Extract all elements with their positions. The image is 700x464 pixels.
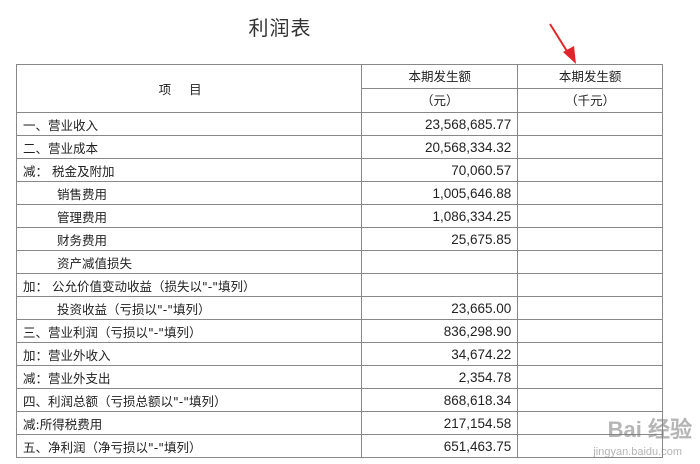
row-amount-thousand[interactable] [517, 227, 663, 251]
row-label: 加： 公允价值变动收益（损失以"-"填列） [15, 273, 363, 297]
row-label: 减:所得税费用 [15, 411, 363, 435]
row-label: 资产减值损失 [15, 250, 363, 274]
row-amount-thousand[interactable] [517, 296, 663, 320]
row-amount-yuan: 868,618.34 [361, 388, 519, 412]
row-label: 财务费用 [15, 227, 363, 251]
table-row: 投资收益（亏损以"-"填列） 23,665.00 [15, 296, 663, 320]
row-amount-yuan: 34,674.22 [361, 342, 519, 366]
row-amount-yuan: 23,665.00 [361, 296, 519, 320]
row-label: 投资收益（亏损以"-"填列） [15, 296, 363, 320]
watermark-url: jingyan.baidu.com [593, 446, 682, 458]
row-amount-thousand[interactable] [517, 112, 663, 136]
row-amount-thousand[interactable] [517, 342, 663, 366]
row-label: 减：营业外支出 [15, 365, 363, 389]
row-amount-thousand[interactable] [517, 388, 663, 412]
row-amount-yuan: 23,568,685.77 [361, 112, 519, 136]
watermark-logo: Bai 经验 [607, 417, 692, 442]
header-unit-yuan: （元） [361, 88, 519, 113]
table-row: 五、净利润（净亏损以"-"填列） 651,463.75 [15, 434, 663, 458]
header-row: 项目 本期发生额 本期发生额 [15, 64, 663, 113]
row-amount-thousand[interactable] [517, 319, 663, 343]
row-amount-yuan: 651,463.75 [361, 434, 519, 458]
row-label: 减： 税金及附加 [15, 158, 363, 182]
header-amount-thousand: 本期发生额 [517, 64, 663, 89]
row-amount-thousand[interactable] [517, 365, 663, 389]
row-label: 二、营业成本 [15, 135, 363, 159]
table-row: 加： 公允价值变动收益（损失以"-"填列） [15, 273, 663, 297]
table-row: 三、营业利润（亏损以"-"填列） 836,298.90 [15, 319, 663, 343]
row-amount-yuan: 20,568,334.32 [361, 135, 519, 159]
header-item: 项目 [15, 64, 363, 113]
row-amount-thousand[interactable] [517, 181, 663, 205]
row-label: 五、净利润（净亏损以"-"填列） [15, 434, 363, 458]
row-amount-yuan: 2,354.78 [361, 365, 519, 389]
page-title: 利润表 [248, 16, 312, 40]
header-unit-thousand: （千元） [517, 88, 663, 113]
row-amount-yuan [361, 250, 519, 274]
row-amount-yuan: 1,086,334.25 [361, 204, 519, 228]
row-amount-thousand[interactable] [517, 135, 663, 159]
row-amount-thousand[interactable] [517, 158, 663, 182]
row-label: 管理费用 [15, 204, 363, 228]
row-label: 四、利润总额（亏损总额以"-"填列） [15, 388, 363, 412]
row-amount-yuan: 217,154.58 [361, 411, 519, 435]
income-statement-table: 项目 本期发生额 本期发生额 （元） （千元） 一、营业收入 23,568,685… [15, 64, 663, 458]
table-row: 资产减值损失 [15, 250, 663, 274]
row-label: 加：营业外收入 [15, 342, 363, 366]
table-row: 财务费用 25,675.85 [15, 227, 663, 251]
red-arrow-annotation [549, 23, 576, 64]
table-row: 减：营业外支出 2,354.78 [15, 365, 663, 389]
row-amount-yuan: 836,298.90 [361, 319, 519, 343]
table-row: 减： 税金及附加 70,060.57 [15, 158, 663, 182]
header-amount-yuan: 本期发生额 [361, 64, 519, 89]
table-row: 减:所得税费用 217,154.58 [15, 411, 663, 435]
row-label: 销售费用 [15, 181, 363, 205]
table-row: 加：营业外收入 34,674.22 [15, 342, 663, 366]
row-amount-yuan: 70,060.57 [361, 158, 519, 182]
table-row: 一、营业收入 23,568,685.77 [15, 112, 663, 136]
table-row: 销售费用 1,005,646.88 [15, 181, 663, 205]
row-amount-thousand[interactable] [517, 204, 663, 228]
row-amount-thousand[interactable] [517, 273, 663, 297]
row-label: 一、营业收入 [15, 112, 363, 136]
row-amount-yuan: 25,675.85 [361, 227, 519, 251]
row-amount-thousand[interactable] [517, 250, 663, 274]
row-amount-yuan: 1,005,646.88 [361, 181, 519, 205]
table-row: 四、利润总额（亏损总额以"-"填列） 868,618.34 [15, 388, 663, 412]
table-row: 管理费用 1,086,334.25 [15, 204, 663, 228]
row-amount-yuan [361, 273, 519, 297]
table-row: 二、营业成本 20,568,334.32 [15, 135, 663, 159]
row-label: 三、营业利润（亏损以"-"填列） [15, 319, 363, 343]
